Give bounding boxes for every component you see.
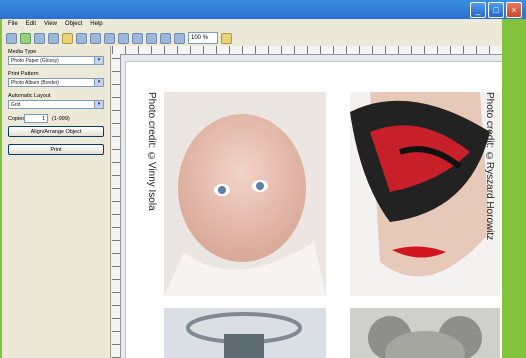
photo-credit-left: Photo credit: ©Vinny Isola [146, 92, 157, 211]
clock-photo[interactable] [164, 308, 326, 358]
close-button[interactable]: × [506, 2, 522, 18]
redo-icon[interactable] [48, 32, 59, 44]
align-center-icon[interactable] [104, 32, 115, 44]
automatic-layout-value: Grid [11, 102, 21, 108]
text-icon[interactable] [76, 32, 87, 44]
menu-file[interactable]: File [8, 19, 18, 30]
chevron-down-icon: ▾ [94, 101, 103, 108]
top-ruler [112, 46, 502, 55]
menu-bar: File Edit View Object Help [2, 19, 508, 30]
zoom-select[interactable]: 100 % [188, 32, 218, 44]
minimize-button[interactable]: _ [470, 2, 486, 18]
chevron-down-icon: ▾ [94, 79, 103, 86]
window-frame: _ □ × File Edit View Object Help 100 % M… [0, 0, 526, 358]
copies-range: (1-999) [52, 116, 70, 122]
automatic-layout-select[interactable]: Grid ▾ [8, 100, 104, 109]
print-pattern-label: Print Pattern [8, 71, 39, 77]
title-bar: _ □ × [0, 0, 526, 19]
menu-view[interactable]: View [44, 19, 57, 30]
baby-photo[interactable] [164, 92, 326, 296]
left-ruler [112, 54, 121, 358]
settings-sidebar: Media Type Photo Paper (Glossy) ▾ Print … [2, 46, 111, 358]
toolbar: 100 % [2, 30, 502, 46]
menu-help[interactable]: Help [90, 19, 102, 30]
distribute-icon[interactable] [132, 32, 143, 44]
window-controls: _ □ × [470, 2, 522, 18]
align-arrange-button[interactable]: Align/Arrange Object [8, 126, 104, 137]
align-left-icon[interactable] [90, 32, 101, 44]
media-type-select[interactable]: Photo Paper (Glossy) ▾ [8, 56, 104, 65]
app-client-area: File Edit View Object Help 100 % Media T… [2, 19, 502, 358]
copies-label: Copies [8, 116, 26, 122]
woman-mask-photo[interactable] [350, 92, 500, 296]
koala-photo[interactable] [350, 308, 500, 358]
print-pattern-value: Photo Album (Border) [11, 80, 60, 86]
media-type-value: Photo Paper (Glossy) [11, 58, 59, 64]
maximize-button[interactable]: □ [488, 2, 504, 18]
chevron-down-icon: ▾ [94, 57, 103, 64]
photo-credit-right: Photo credit: ©Ryszard Horowitz [484, 92, 495, 241]
print-button[interactable]: Print [8, 144, 104, 155]
align-right-icon[interactable] [118, 32, 129, 44]
background-strip [502, 19, 526, 358]
layout-canvas: Photo credit: ©Vinny Isola Photo credit:… [112, 46, 502, 358]
media-type-label: Media Type [8, 49, 37, 55]
save-icon[interactable] [20, 32, 31, 44]
menu-edit[interactable]: Edit [26, 19, 36, 30]
undo-icon[interactable] [34, 32, 45, 44]
print-page: Photo credit: ©Vinny Isola Photo credit:… [126, 62, 502, 358]
flip-icon[interactable] [160, 32, 171, 44]
automatic-layout-label: Automatic Layout [8, 93, 51, 99]
menu-object[interactable]: Object [65, 19, 82, 30]
image-icon[interactable] [62, 32, 73, 44]
group-icon[interactable] [174, 32, 185, 44]
rotate-icon[interactable] [146, 32, 157, 44]
help-icon[interactable] [221, 32, 232, 44]
print-pattern-select[interactable]: Photo Album (Border) ▾ [8, 78, 104, 87]
copies-input[interactable]: 1 [24, 114, 48, 123]
open-icon[interactable] [6, 32, 17, 44]
